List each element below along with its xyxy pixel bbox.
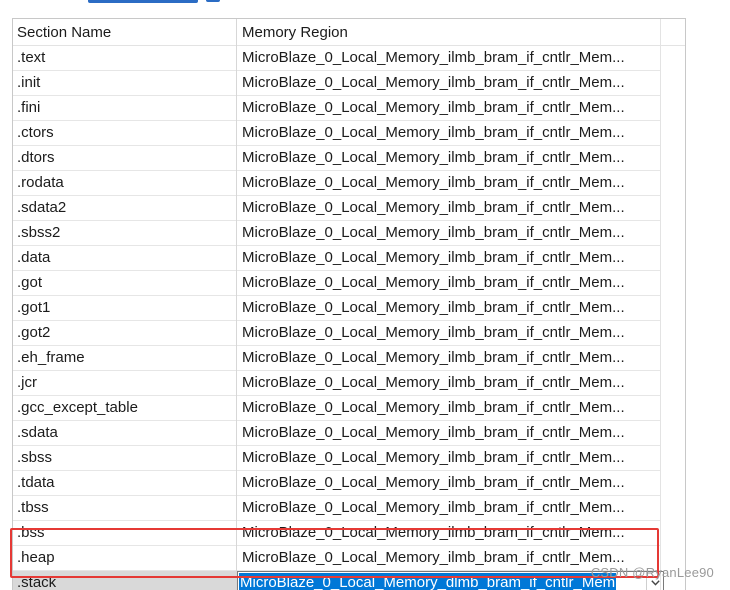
section-name-cell: .dtors bbox=[17, 149, 55, 166]
memory-region-cell[interactable]: MicroBlaze_0_Local_Memory_ilmb_bram_if_c… bbox=[242, 371, 656, 395]
section-name-cell: .eh_frame bbox=[17, 349, 85, 366]
section-name-cell: .sbss2 bbox=[17, 224, 61, 241]
column-divider-right bbox=[660, 19, 661, 590]
table-row[interactable]: .got2 MicroBlaze_0_Local_Memory_ilmb_bram… bbox=[13, 321, 661, 346]
memory-region-cell[interactable]: MicroBlaze_0_Local_Memory_ilmb_bram_if_c… bbox=[242, 271, 656, 295]
table-row[interactable]: .sdata2 MicroBlaze_0_Local_Memory_ilmb_br… bbox=[13, 196, 661, 221]
memory-region-cell[interactable]: MicroBlaze_0_Local_Memory_ilmb_bram_if_c… bbox=[242, 446, 656, 470]
section-name-cell: .bss bbox=[17, 524, 45, 541]
memory-region-cell[interactable]: MicroBlaze_0_Local_Memory_ilmb_bram_if_c… bbox=[242, 296, 656, 320]
watermark: CSDN @RyanLee90 bbox=[590, 565, 714, 580]
memory-region-cell[interactable]: MicroBlaze_0_Local_Memory_ilmb_bram_if_c… bbox=[242, 171, 656, 195]
table-body: .text MicroBlaze_0_Local_Memory_ilmb_bram… bbox=[13, 46, 685, 590]
section-name-cell: .sbss bbox=[17, 449, 53, 466]
title-fragment bbox=[88, 0, 220, 3]
table-row[interactable]: .heap MicroBlaze_0_Local_Memory_ilmb_bram… bbox=[13, 546, 661, 571]
table-row[interactable]: .sbss MicroBlaze_0_Local_Memory_ilmb_bram… bbox=[13, 446, 661, 471]
memory-region-cell[interactable]: MicroBlaze_0_Local_Memory_ilmb_bram_if_c… bbox=[242, 396, 656, 420]
table-row[interactable]: .eh_frame MicroBlaze_0_Local_Memory_ilmb_… bbox=[13, 346, 661, 371]
table-row[interactable]: .ctors MicroBlaze_0_Local_Memory_ilmb_bra… bbox=[13, 121, 661, 146]
table-row[interactable]: .tdata MicroBlaze_0_Local_Memory_ilmb_bra… bbox=[13, 471, 661, 496]
table-row[interactable]: .got MicroBlaze_0_Local_Memory_ilmb_bram_… bbox=[13, 271, 661, 296]
section-name-cell: .heap bbox=[17, 549, 55, 566]
column-divider[interactable] bbox=[236, 19, 237, 590]
section-name-cell: .sdata bbox=[17, 424, 58, 441]
table-row[interactable]: .bss MicroBlaze_0_Local_Memory_ilmb_bram_… bbox=[13, 521, 661, 546]
memory-region-cell[interactable]: MicroBlaze_0_Local_Memory_ilmb_bram_if_c… bbox=[242, 346, 656, 370]
section-memory-table: Section Name Memory Region .text MicroBla… bbox=[12, 18, 686, 590]
memory-region-cell[interactable]: MicroBlaze_0_Local_Memory_ilmb_bram_if_c… bbox=[242, 46, 656, 70]
table-row[interactable]: .data MicroBlaze_0_Local_Memory_ilmb_bram… bbox=[13, 246, 661, 271]
memory-region-cell[interactable]: MicroBlaze_0_Local_Memory_ilmb_bram_if_c… bbox=[242, 96, 656, 120]
section-name-cell: .gcc_except_table bbox=[17, 399, 138, 416]
memory-region-cell[interactable]: MicroBlaze_0_Local_Memory_ilmb_bram_if_c… bbox=[242, 471, 656, 495]
table-row-selected[interactable]: .stack MicroBlaze_0_Local_Memory_dlmb_bra… bbox=[13, 571, 664, 590]
table-row[interactable]: .gcc_except_table MicroBlaze_0_Local_Memo… bbox=[13, 396, 661, 421]
section-name-cell: .fini bbox=[17, 99, 41, 116]
section-name-cell: .rodata bbox=[17, 174, 64, 191]
table-row[interactable]: .jcr MicroBlaze_0_Local_Memory_ilmb_bram_… bbox=[13, 371, 661, 396]
section-name-cell: .data bbox=[17, 249, 51, 266]
table-row[interactable]: .rodata MicroBlaze_0_Local_Memory_ilmb_br… bbox=[13, 171, 661, 196]
chevron-down-icon bbox=[651, 580, 660, 586]
table-row[interactable]: .fini MicroBlaze_0_Local_Memory_ilmb_bram… bbox=[13, 96, 661, 121]
section-name-cell: .init bbox=[17, 74, 41, 91]
section-name-cell: .stack bbox=[13, 571, 236, 590]
section-name-cell: .sdata2 bbox=[17, 199, 67, 216]
table-row[interactable]: .init MicroBlaze_0_Local_Memory_ilmb_bram… bbox=[13, 71, 661, 96]
table-row[interactable]: .text MicroBlaze_0_Local_Memory_ilmb_bram… bbox=[13, 46, 661, 71]
memory-region-cell[interactable]: MicroBlaze_0_Local_Memory_ilmb_bram_if_c… bbox=[242, 521, 656, 545]
column-header-memory-region[interactable]: Memory Region bbox=[242, 19, 348, 45]
memory-region-cell[interactable]: MicroBlaze_0_Local_Memory_ilmb_bram_if_c… bbox=[242, 421, 656, 445]
memory-region-cell[interactable]: MicroBlaze_0_Local_Memory_ilmb_bram_if_c… bbox=[242, 496, 656, 520]
memory-region-combobox-value[interactable]: MicroBlaze_0_Local_Memory_dlmb_bram_if_c… bbox=[239, 573, 617, 590]
table-row[interactable]: .sbss2 MicroBlaze_0_Local_Memory_ilmb_bra… bbox=[13, 221, 661, 246]
table-header: Section Name Memory Region bbox=[13, 19, 685, 46]
section-name-cell: .got1 bbox=[17, 299, 51, 316]
memory-region-cell[interactable]: MicroBlaze_0_Local_Memory_ilmb_bram_if_c… bbox=[242, 321, 656, 345]
memory-region-cell[interactable]: MicroBlaze_0_Local_Memory_ilmb_bram_if_c… bbox=[242, 71, 656, 95]
memory-region-cell[interactable]: MicroBlaze_0_Local_Memory_ilmb_bram_if_c… bbox=[242, 246, 656, 270]
section-name-cell: .tbss bbox=[17, 499, 49, 516]
window-title-strip bbox=[0, 0, 730, 7]
table-row[interactable]: .tbss MicroBlaze_0_Local_Memory_ilmb_bram… bbox=[13, 496, 661, 521]
memory-region-cell[interactable]: MicroBlaze_0_Local_Memory_ilmb_bram_if_c… bbox=[242, 196, 656, 220]
table-row[interactable]: .sdata MicroBlaze_0_Local_Memory_ilmb_bra… bbox=[13, 421, 661, 446]
section-name-cell: .got2 bbox=[17, 324, 51, 341]
memory-region-cell[interactable]: MicroBlaze_0_Local_Memory_ilmb_bram_if_c… bbox=[242, 221, 656, 245]
memory-region-cell[interactable]: MicroBlaze_0_Local_Memory_ilmb_bram_if_c… bbox=[242, 121, 656, 145]
section-name-cell: .ctors bbox=[17, 124, 54, 141]
table-row[interactable]: .got1 MicroBlaze_0_Local_Memory_ilmb_bram… bbox=[13, 296, 661, 321]
section-name-cell: .got bbox=[17, 274, 43, 291]
section-name-cell: .text bbox=[17, 49, 46, 66]
memory-region-cell[interactable]: MicroBlaze_0_Local_Memory_ilmb_bram_if_c… bbox=[242, 146, 656, 170]
section-name-cell: .tdata bbox=[17, 474, 55, 491]
table-row[interactable]: .dtors MicroBlaze_0_Local_Memory_ilmb_bra… bbox=[13, 146, 661, 171]
column-header-section-name[interactable]: Section Name bbox=[17, 19, 111, 45]
section-name-cell: .jcr bbox=[17, 374, 37, 391]
